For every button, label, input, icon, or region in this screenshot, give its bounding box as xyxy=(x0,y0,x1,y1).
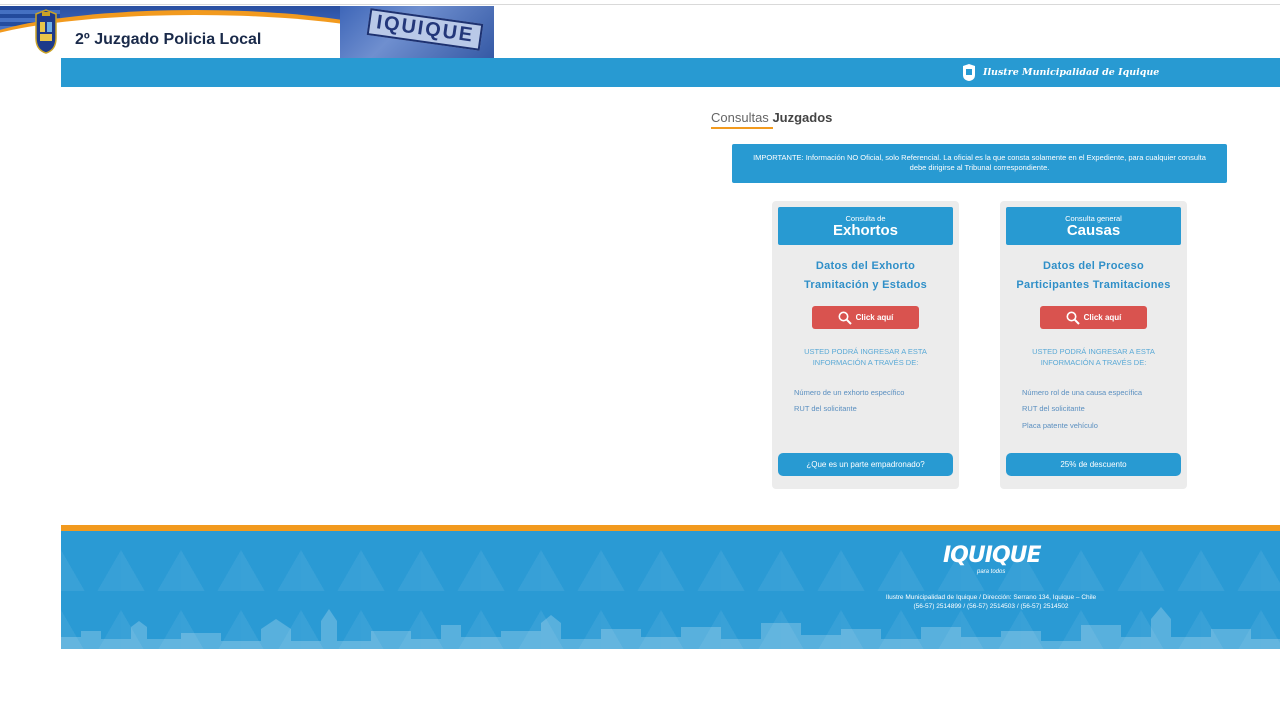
municipal-crest-icon xyxy=(35,9,57,54)
header-banner[interactable]: IQUIQUE 2º Juzgado Policia Local xyxy=(0,6,494,58)
important-notice: IMPORTANTE: Información NO Oficial, solo… xyxy=(732,144,1227,183)
card-title: Exhortos xyxy=(832,222,898,239)
search-icon xyxy=(838,311,852,325)
click-here-button[interactable]: Click aquí xyxy=(1040,306,1147,329)
footer-address: Ilustre Municipalidad de Iquique / Direc… xyxy=(831,593,1151,612)
top-border xyxy=(0,4,1280,5)
discount-button[interactable]: 25% de descuento xyxy=(1006,453,1181,476)
option-item: Placa patente vehículo xyxy=(1022,421,1098,430)
card-title: Causas xyxy=(1066,222,1121,239)
card-exhortos: Consulta de Exhortos Datos del Exhorto T… xyxy=(772,201,959,489)
card-line-1: Datos del Proceso xyxy=(1042,260,1145,272)
footer-phones: (56-57) 2514899 / (56-57) 2514503 / (56-… xyxy=(913,603,1069,611)
click-here-label: Click aquí xyxy=(855,313,894,322)
card-header: Consulta general Causas xyxy=(1006,207,1181,245)
access-info: USTED PODRÁ INGRESAR A ESTA INFORMACIÓN … xyxy=(1032,347,1155,367)
section-title-bold: Juzgados xyxy=(772,110,833,125)
site-title: 2º Juzgado Policia Local xyxy=(75,31,262,48)
option-item: Número de un exhorto específico xyxy=(794,388,905,397)
municipality-name: Ilustre Municipalidad de Iquique xyxy=(983,67,1160,78)
section-title: Consultas Juzgados xyxy=(711,110,832,125)
search-icon xyxy=(1066,311,1080,325)
empadronado-info-button[interactable]: ¿Que es un parte empadronado? xyxy=(778,453,953,476)
option-item: RUT del solicitante xyxy=(1022,404,1085,413)
iquique-slogan: para todos xyxy=(977,569,1006,575)
section-underline xyxy=(711,127,773,129)
click-here-label: Click aquí xyxy=(1083,313,1122,322)
option-item: RUT del solicitante xyxy=(794,404,857,413)
footer: IQUIQUE para todos Ilustre Municipalidad… xyxy=(61,531,1280,649)
card-line-2: Tramitación y Estados xyxy=(803,279,928,291)
click-here-button[interactable]: Click aquí xyxy=(812,306,919,329)
card-line-2: Participantes Tramitaciones xyxy=(1016,279,1171,291)
footer-address-line: Ilustre Municipalidad de Iquique / Direc… xyxy=(885,594,1097,601)
iquique-logo: IQUIQUE xyxy=(943,543,1042,568)
access-info: USTED PODRÁ INGRESAR A ESTA INFORMACIÓN … xyxy=(804,347,927,367)
card-causas: Consulta general Causas Datos del Proces… xyxy=(1000,201,1187,489)
section-title-light: Consultas xyxy=(711,110,769,125)
card-line-1: Datos del Exhorto xyxy=(815,260,916,272)
municipality-bar: Ilustre Municipalidad de Iquique xyxy=(61,58,1280,87)
option-item: Número rol de una causa específica xyxy=(1022,388,1143,397)
municipality-crest-icon xyxy=(963,64,975,81)
card-header: Consulta de Exhortos xyxy=(778,207,953,245)
